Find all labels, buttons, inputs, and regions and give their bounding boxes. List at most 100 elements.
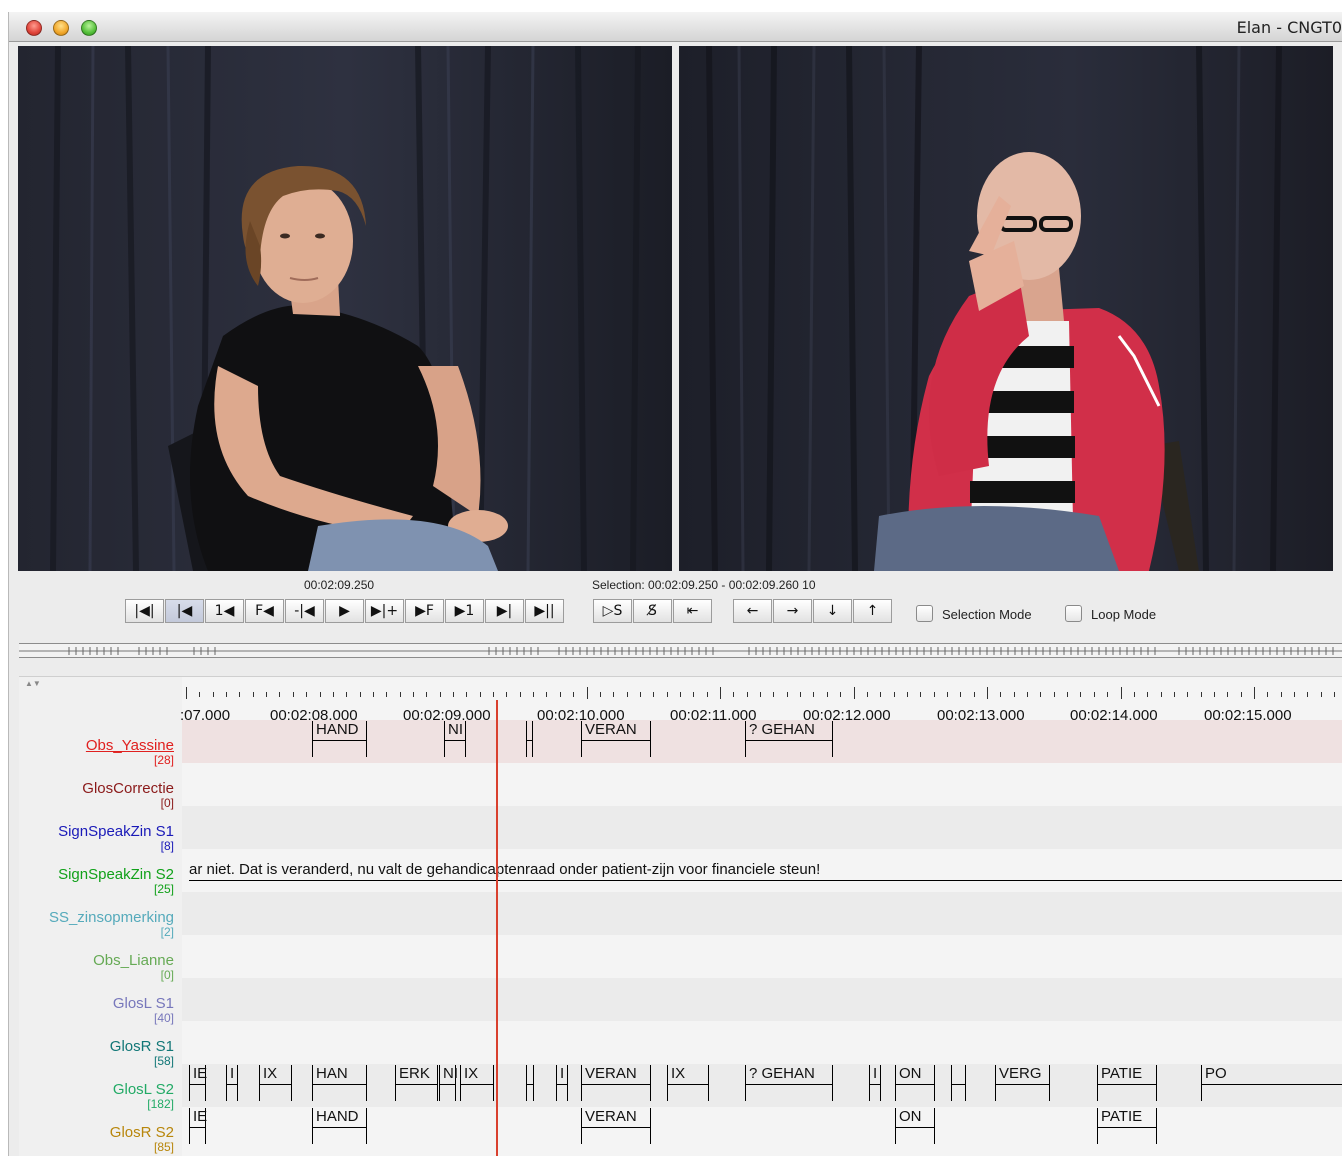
selection-mode-label: Selection Mode — [942, 607, 1032, 622]
next-scroll-view-button[interactable]: ▶| — [485, 599, 524, 623]
previous-pixel-button[interactable]: -|◀ — [285, 599, 324, 623]
annotation[interactable]: NI — [439, 1065, 458, 1101]
ruler-tick — [252, 692, 254, 697]
annotation[interactable]: IX — [259, 1065, 292, 1101]
upper-tier-button[interactable]: ↑ — [853, 599, 892, 623]
ruler-tick — [773, 692, 775, 697]
ruler-tick — [319, 692, 321, 697]
close-icon[interactable] — [26, 20, 42, 36]
annotation[interactable]: I — [226, 1065, 238, 1101]
selection-begin-button[interactable]: ⇤ — [673, 599, 712, 623]
previous-second-button[interactable]: 1◀ — [205, 599, 244, 623]
tier-name-label[interactable]: GlosCorrectie — [82, 780, 174, 797]
ruler-tick — [1013, 692, 1015, 697]
play-button[interactable]: ▶ — [325, 599, 364, 623]
annotation-label: IX — [464, 1065, 479, 1082]
tier-name-label[interactable]: Obs_Yassine — [86, 737, 174, 754]
next-annotation-button[interactable]: → — [773, 599, 812, 623]
annotation[interactable]: HAND — [312, 1108, 367, 1144]
annotation-label: VERG — [999, 1065, 1042, 1082]
video-left-signer[interactable] — [18, 46, 672, 571]
next-frame-button[interactable]: ▶F — [405, 599, 444, 623]
annotation[interactable]: VERAN — [581, 1065, 651, 1101]
minimize-icon[interactable] — [53, 20, 69, 36]
ruler-tick — [1080, 692, 1082, 697]
annotation[interactable]: I — [556, 1065, 568, 1101]
previous-scroll-view-button[interactable]: |◀ — [165, 599, 204, 623]
annotation-label: PATIE — [1101, 1108, 1143, 1125]
tier-row-gloscorrectie[interactable] — [182, 763, 1342, 806]
tier-annotation-count: [25] — [153, 882, 174, 896]
annotation[interactable]: NI — [444, 721, 466, 757]
next-second-button[interactable]: ▶1 — [445, 599, 484, 623]
zoom-icon[interactable] — [81, 20, 97, 36]
ruler-tick — [1294, 692, 1296, 697]
ruler-tick — [412, 692, 414, 697]
ruler-tick — [706, 692, 708, 697]
annotation[interactable]: PO — [1201, 1065, 1342, 1101]
go-to-end-button[interactable]: ▶|| — [525, 599, 564, 623]
tier-row-obs-lianne[interactable] — [182, 935, 1342, 978]
annotation[interactable]: ERK — [395, 1065, 438, 1101]
tier-name-label[interactable]: SS_zinsopmerking — [49, 909, 174, 926]
tier-row-ss-zinsopmerking[interactable] — [182, 892, 1342, 935]
tier-name-label[interactable]: SignSpeakZin S1 — [58, 823, 174, 840]
annotation[interactable]: ON — [895, 1108, 935, 1144]
tier-row-signspeakzin-s1[interactable] — [182, 806, 1342, 849]
annotation[interactable]: ? GEHAN — [745, 1065, 833, 1101]
annotation[interactable]: HAN — [312, 1065, 367, 1101]
annotation[interactable]: HAND — [312, 721, 367, 757]
play-selection-button[interactable]: ▷S — [593, 599, 632, 623]
ruler-tick — [720, 687, 721, 699]
annotation[interactable]: VERAN — [581, 1108, 651, 1144]
ruler-tick — [1173, 692, 1175, 697]
annotation[interactable]: VERAN — [581, 721, 651, 757]
annotation[interactable]: ON — [895, 1065, 935, 1101]
annotation[interactable]: I — [869, 1065, 881, 1101]
lower-tier-button[interactable]: ↓ — [813, 599, 852, 623]
ruler-tick — [1280, 692, 1282, 697]
annotation-label: HAND — [316, 1108, 359, 1125]
tier-row-glosr-s1[interactable] — [182, 1021, 1342, 1064]
annotation[interactable]: VERG — [995, 1065, 1050, 1101]
tier-name-label[interactable]: GlosL S2 — [113, 1081, 174, 1098]
next-pixel-button[interactable]: ▶|+ — [365, 599, 404, 623]
ruler-tick — [186, 687, 187, 699]
selection-label: Selection: 00:02:09.250 - 00:02:09.260 1… — [592, 578, 816, 592]
annotation[interactable]: PATIE — [1097, 1065, 1157, 1101]
clear-selection-button[interactable]: S̸ — [633, 599, 672, 623]
annotation[interactable]: IE — [189, 1065, 207, 1101]
tier-name-label[interactable]: SignSpeakZin S2 — [58, 866, 174, 883]
ruler-tick — [1240, 692, 1242, 697]
sort-arrows-icon[interactable]: ▲▼ — [25, 679, 41, 688]
tier-name-label[interactable]: GlosL S1 — [113, 995, 174, 1012]
annotation-label: HAN — [316, 1065, 348, 1082]
crosshair-cursor[interactable] — [496, 700, 498, 1156]
video-right-signer[interactable] — [679, 46, 1333, 571]
ruler-tick — [306, 692, 308, 697]
overview-timeline-strip[interactable] — [19, 643, 1342, 658]
title-bar[interactable]: Elan - CNGT0 — [9, 12, 1342, 42]
annotation[interactable] — [951, 1065, 966, 1101]
previous-annotation-button[interactable]: ← — [733, 599, 772, 623]
tier-annotation-count: [0] — [160, 796, 174, 810]
annotation[interactable]: ? GEHAN — [745, 721, 833, 757]
tier-name-label[interactable]: GlosR S1 — [110, 1038, 174, 1055]
go-to-begin-button[interactable]: |◀| — [125, 599, 164, 623]
annotation[interactable]: PATIE — [1097, 1108, 1157, 1144]
time-ruler[interactable]: :07.000 00:02:08.000 00:02:09.000 00:02:10.… — [180, 677, 1342, 724]
timeline-viewer[interactable]: ▲▼ :07.000 00:02:08.000 00:02:09.000 00:02:… — [19, 676, 1342, 1156]
previous-frame-button[interactable]: F◀ — [245, 599, 284, 623]
selection-mode-checkbox[interactable] — [916, 605, 933, 622]
tier-name-label[interactable]: Obs_Lianne — [93, 952, 174, 969]
annotation[interactable] — [526, 1065, 534, 1101]
annotation[interactable]: IE — [189, 1108, 207, 1144]
loop-mode-checkbox[interactable] — [1065, 605, 1082, 622]
annotation[interactable]: IX — [460, 1065, 494, 1101]
annotation-signspeakzin-s2[interactable]: ar niet. Dat is veranderd, nu valt de ge… — [189, 861, 820, 878]
tier-annotation-count: [58] — [153, 1054, 174, 1068]
tier-row-glosl-s1[interactable] — [182, 978, 1342, 1021]
annotation[interactable]: IX — [667, 1065, 709, 1101]
tier-name-label[interactable]: GlosR S2 — [110, 1124, 174, 1141]
annotation[interactable] — [526, 721, 533, 757]
